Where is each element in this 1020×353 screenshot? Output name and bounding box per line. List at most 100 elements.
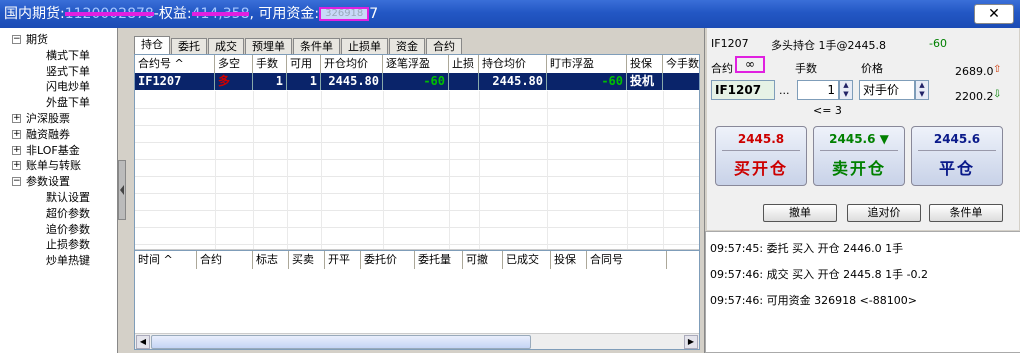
horizontal-scrollbar[interactable]: ◀ ▶ <box>135 333 699 349</box>
contract-picker-button[interactable]: ... <box>779 84 790 97</box>
sell-price: 2445.6 ▼ <box>829 132 889 146</box>
table-cell: 2445.80 <box>479 73 547 90</box>
position-summary: 多头持仓 1手@2445.8 <box>771 39 886 52</box>
expand-icon[interactable]: + <box>12 129 21 139</box>
log-line: 09:57:46: 成交 买入 开仓 2445.8 1手 -0.2 <box>710 268 929 281</box>
scroll-right-icon[interactable]: ▶ <box>684 335 698 349</box>
buy-open-button[interactable]: 2445.8 买开仓 <box>715 126 807 186</box>
title-prefix: 国内期货: <box>4 6 65 22</box>
tree-item-label: 炒单热键 <box>46 254 90 268</box>
arrow-down-icon: ⇩ <box>993 89 1002 100</box>
column-header[interactable]: 标志 <box>253 251 289 269</box>
sell-open-button[interactable]: 2445.6 ▼ 卖开仓 <box>813 126 905 186</box>
collapse-icon[interactable]: − <box>12 177 21 187</box>
table-cell: 1 <box>253 73 287 90</box>
collapse-icon[interactable]: − <box>12 35 21 44</box>
quantity-stepper[interactable]: ▲ ▼ <box>839 80 853 100</box>
tab[interactable]: 持仓 <box>134 36 170 56</box>
column-header[interactable]: 手数 <box>253 55 287 73</box>
column-header[interactable]: 合同号 <box>587 251 667 269</box>
tree-item-label: 横式下单 <box>46 48 90 62</box>
column-header[interactable]: 可撤 <box>463 251 503 269</box>
column-header[interactable]: 今手数 <box>663 55 699 73</box>
column-header[interactable]: 投保 <box>551 251 587 269</box>
quantity-field[interactable]: 1 <box>797 80 839 100</box>
column-header[interactable]: 开仓均价 <box>321 55 383 73</box>
tree-item[interactable]: − 参数设置 <box>0 174 117 190</box>
column-header[interactable]: 委托价 <box>361 251 415 269</box>
cancel-order-button[interactable]: 撤单 <box>763 204 837 222</box>
close-position-button[interactable]: 2445.6 平仓 <box>911 126 1003 186</box>
table-cell: 2445.80 <box>321 73 383 90</box>
expand-icon[interactable]: + <box>12 161 21 171</box>
tree-item-label: 止损参数 <box>46 238 90 252</box>
table-cell: IF1207 <box>135 73 215 90</box>
chevron-up-icon[interactable]: ▲ <box>840 81 852 90</box>
position-pnl: -60 <box>929 37 947 50</box>
close-position-label: 平仓 <box>938 159 975 178</box>
tree-item[interactable]: 竖式下单 <box>0 64 117 80</box>
table-cell: -60 <box>383 73 449 90</box>
close-price: 2445.6 <box>933 132 981 146</box>
column-header[interactable]: 时间 ^ <box>135 251 197 269</box>
tree-item[interactable]: + 融资融券 <box>0 127 117 143</box>
column-header[interactable]: 盯市浮盈 <box>547 55 627 73</box>
link-icon[interactable]: ∞ <box>735 56 765 73</box>
column-header[interactable]: 开平 <box>325 251 361 269</box>
chevron-down-icon[interactable]: ▼ <box>840 90 852 99</box>
tree-item[interactable]: 炒单热键 <box>0 253 117 269</box>
tree-item-label: 参数设置 <box>26 175 70 189</box>
sell-open-label: 卖开仓 <box>831 159 886 178</box>
tree-item[interactable]: + 沪深股票 <box>0 111 117 127</box>
column-header[interactable]: 合约号 ^ <box>135 55 215 73</box>
column-header[interactable]: 买卖 <box>289 251 325 269</box>
nav-tree: − 期货 横式下单 竖式下单 闪电炒单 外盘下单 + 沪深股票 + 融资融券 + 非LOF基金 + 账单与… <box>0 28 118 353</box>
tree-item[interactable]: + 账单与转账 <box>0 158 117 174</box>
tree-item[interactable]: 默认设置 <box>0 190 117 206</box>
conditional-order-button[interactable]: 条件单 <box>929 204 1003 222</box>
equity-value: 414,358 <box>191 0 249 28</box>
close-button[interactable]: ✕ <box>974 4 1014 24</box>
chevron-up-icon[interactable]: ▲ <box>916 81 928 90</box>
column-header[interactable]: 已成交 <box>503 251 551 269</box>
tree-item[interactable]: 闪电炒单 <box>0 79 117 95</box>
price-label: 价格 <box>861 62 883 75</box>
title-bar: 国内期货:1120002878-权益:414,358, 可用资金: 326918 7… <box>0 0 1020 28</box>
column-header[interactable]: 止损 <box>449 55 479 73</box>
chase-price-button[interactable]: 追对价 <box>847 204 921 222</box>
chevron-down-icon[interactable]: ▼ <box>916 90 928 99</box>
column-header[interactable]: 合约 <box>197 251 253 269</box>
contract-field[interactable]: IF1207 <box>711 80 775 100</box>
tree-item[interactable]: 横式下单 <box>0 48 117 64</box>
table-cell: 1 <box>287 73 321 90</box>
account-number: 1120002878 <box>64 0 154 28</box>
order-panel: IF1207 多头持仓 1手@2445.8 -60 合约 ∞ 手数 价格 IF1… <box>704 28 1020 353</box>
qty-hint: <= 3 <box>813 104 842 117</box>
panel-collapse-grip[interactable] <box>118 160 126 220</box>
tree-item[interactable]: 追价参数 <box>0 222 117 238</box>
message-log: 09:57:45: 委托 买入 开仓 2446.0 1手 09:57:46: 成… <box>705 231 1020 353</box>
tree-item[interactable]: − 期货 <box>0 32 117 48</box>
tree-item[interactable]: + 非LOF基金 <box>0 143 117 159</box>
column-header[interactable]: 投保 <box>627 55 663 73</box>
column-header[interactable]: 委托量 <box>415 251 463 269</box>
price-stepper[interactable]: ▲ ▼ <box>915 80 929 100</box>
column-header[interactable]: 持仓均价 <box>479 55 547 73</box>
column-header[interactable]: 多空 <box>215 55 253 73</box>
tree-item[interactable]: 外盘下单 <box>0 95 117 111</box>
expand-icon[interactable]: + <box>12 113 21 123</box>
table-row[interactable]: IF1207 多 1 1 2445.80 -60 2445.80 -60 投机 <box>135 73 699 90</box>
price-field[interactable]: 对手价 <box>859 80 915 100</box>
table-cell: 多 <box>215 73 253 90</box>
table-cell: -60 <box>547 73 627 90</box>
tree-item-label: 融资融券 <box>26 127 70 141</box>
column-header[interactable]: 可用 <box>287 55 321 73</box>
column-header[interactable]: 逐笔浮盈 <box>383 55 449 73</box>
expand-icon[interactable]: + <box>12 145 21 155</box>
arrow-up-icon: ⇧ <box>993 64 1002 75</box>
scroll-thumb[interactable] <box>151 335 531 349</box>
tree-item[interactable]: 超价参数 <box>0 206 117 222</box>
scroll-left-icon[interactable]: ◀ <box>136 335 150 349</box>
table-cell <box>663 73 699 90</box>
tree-item[interactable]: 止损参数 <box>0 237 117 253</box>
